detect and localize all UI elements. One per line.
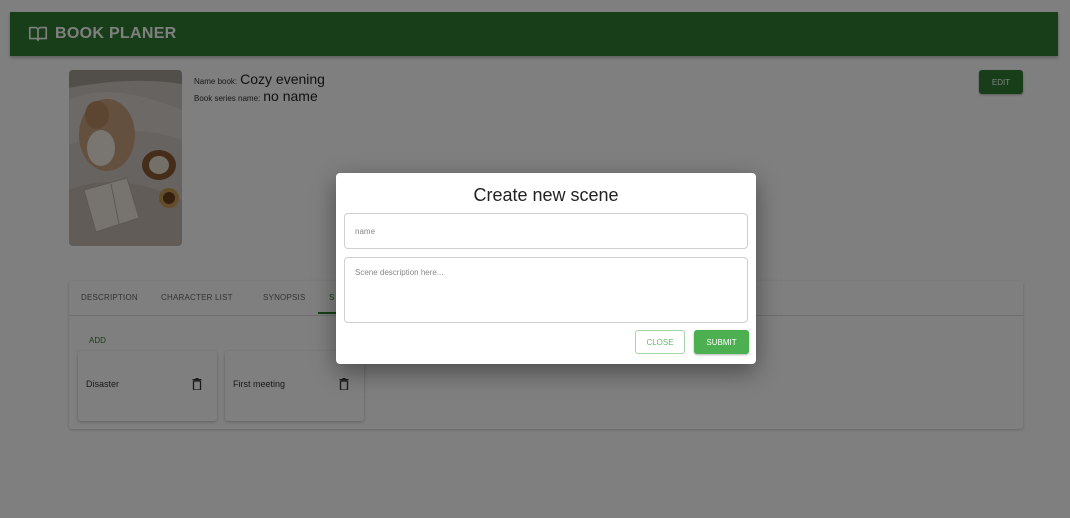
scene-name-input[interactable]	[344, 213, 748, 249]
scene-description-input[interactable]	[344, 257, 748, 323]
submit-button[interactable]: SUBMIT	[694, 330, 749, 354]
close-button[interactable]: CLOSE	[635, 330, 685, 354]
create-scene-dialog: Create new scene CLOSE SUBMIT	[336, 173, 756, 364]
dialog-title: Create new scene	[473, 185, 619, 205]
